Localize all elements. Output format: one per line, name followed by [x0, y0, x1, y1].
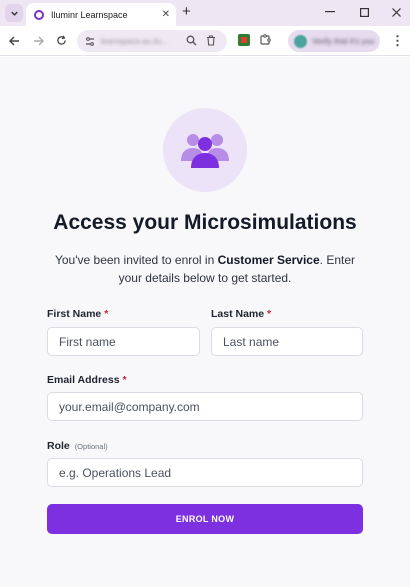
close-tab-icon[interactable]: ✕	[162, 9, 170, 20]
profile-status-text: Verify that it's you	[312, 36, 375, 46]
address-bar[interactable]: learnspace.au.ilu...	[77, 30, 227, 52]
required-marker: *	[104, 308, 109, 320]
course-name: Customer Service	[217, 253, 320, 267]
delete-icon[interactable]	[206, 35, 216, 46]
chevron-down-icon	[10, 11, 18, 16]
profile-button[interactable]: Verify that it's you	[288, 30, 380, 52]
users-group-icon	[181, 134, 229, 168]
subtitle-text: You've been invited to enrol in	[54, 253, 218, 267]
avatar	[294, 34, 307, 48]
first-name-input[interactable]	[47, 327, 200, 356]
required-marker: *	[122, 374, 127, 386]
tab-search-button[interactable]	[5, 4, 23, 22]
maximize-icon[interactable]	[360, 8, 369, 17]
optional-hint: (Optional)	[74, 442, 108, 451]
last-name-input[interactable]	[211, 327, 363, 356]
email-label-text: Email Address	[47, 374, 120, 386]
forward-arrow-icon[interactable]	[33, 36, 44, 46]
role-label-text: Role	[47, 440, 70, 452]
browser-menu-icon[interactable]: ⋮	[391, 33, 404, 49]
last-name-label: Last Name *	[211, 308, 271, 320]
tab-title: Iluminr Learnspace	[51, 9, 128, 20]
role-label: Role (Optional)	[47, 440, 108, 452]
browser-tab-active[interactable]: Iluminr Learnspace ✕	[26, 3, 176, 26]
email-label: Email Address *	[47, 374, 127, 386]
email-input[interactable]	[47, 392, 363, 421]
back-arrow-icon[interactable]	[9, 36, 20, 46]
iluminr-logo-icon	[34, 9, 44, 20]
minimize-icon[interactable]	[325, 11, 335, 13]
puzzle-icon[interactable]	[259, 34, 271, 46]
enrol-now-button[interactable]: ENROL NOW	[47, 504, 363, 534]
enrolment-page: Access your Microsimulations You've been…	[0, 57, 410, 587]
reload-icon[interactable]	[56, 35, 67, 46]
address-text: learnspace.au.ilu...	[101, 36, 169, 46]
site-settings-icon[interactable]	[85, 36, 95, 46]
last-name-label-text: Last Name	[211, 308, 265, 320]
page-title: Access your Microsimulations	[53, 211, 357, 234]
browser-toolbar: learnspace.au.ilu... Verify that it's yo…	[0, 26, 410, 56]
zoom-icon[interactable]	[186, 35, 197, 46]
first-name-label: First Name *	[47, 308, 108, 320]
browser-tab-bar: Iluminr Learnspace ✕ +	[0, 0, 410, 26]
page-subtitle: You've been invited to enrol in Customer…	[48, 251, 362, 287]
required-marker: *	[267, 308, 272, 320]
first-name-label-text: First Name	[47, 308, 102, 320]
hero-badge	[163, 108, 247, 192]
new-tab-button[interactable]: +	[182, 3, 191, 20]
close-window-icon[interactable]	[392, 8, 401, 17]
extension-icon[interactable]	[238, 34, 250, 46]
role-input[interactable]	[47, 458, 363, 487]
